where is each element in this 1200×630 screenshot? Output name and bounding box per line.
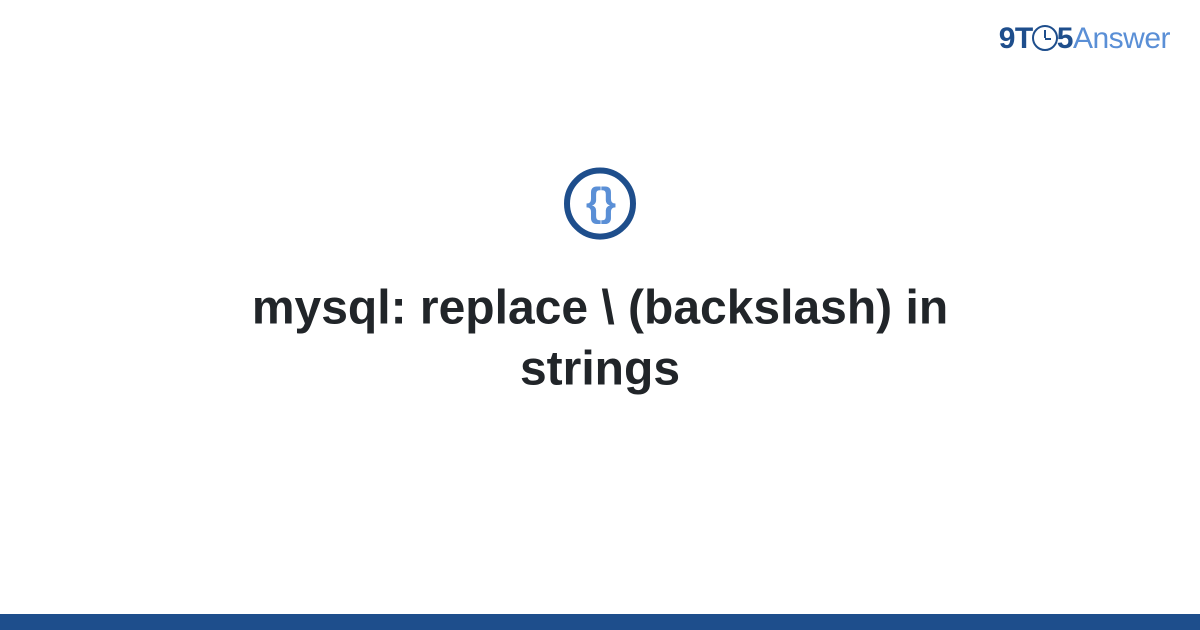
braces-icon: { } [586,181,610,226]
logo-text-9t: 9T [999,22,1033,55]
site-logo: 9T 5Answer [999,22,1170,56]
logo-text-5: 5 [1057,22,1073,55]
footer-accent-bar [0,614,1200,630]
main-content: { } mysql: replace \ (backslash) in stri… [0,167,1200,400]
category-icon-container: { } [564,167,636,239]
page-title: mysql: replace \ (backslash) in strings [170,277,1030,400]
clock-icon [1032,25,1058,51]
logo-text-answer: Answer [1073,22,1170,55]
